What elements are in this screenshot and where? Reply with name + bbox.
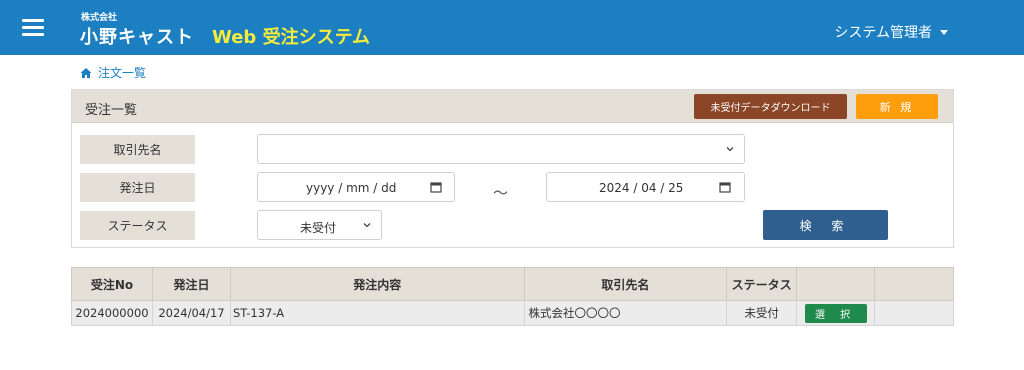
cell-status: 未受付 [726,300,798,326]
system-name[interactable]: Web 受注システム [212,23,370,49]
cell-action: 選 択 [796,300,876,326]
chevron-down-icon [363,223,371,228]
date-to-input[interactable]: 2024 / 04 / 25 [546,172,745,202]
new-order-button[interactable]: 新 規 [856,94,938,119]
user-menu-dropdown[interactable]: システム管理者 [834,22,948,42]
cell-client: 株式会社〇〇〇〇 [523,300,728,326]
date-from-input[interactable]: yyyy / mm / dd [257,172,455,202]
hamburger-menu-icon[interactable] [22,19,44,36]
cell-order-no: 2024000000 [71,300,153,326]
col-order-date: 発注日 [151,267,231,301]
date-range-separator: 〜 [493,184,509,202]
company-name[interactable]: 小野キャスト [80,23,194,49]
order-date-label: 発注日 [80,173,195,202]
company-prefix: 株式会社 [81,13,118,23]
table-header-row: 受注No 発注日 発注内容 取引先名 ステータス [71,267,954,301]
status-select[interactable]: 未受付 [257,210,382,240]
chevron-down-icon [726,147,734,152]
calendar-icon[interactable] [430,181,442,193]
col-extra [874,267,954,301]
col-order-no: 受注No [71,267,153,301]
caret-down-icon [940,29,948,35]
date-from-value: yyyy / mm / dd [306,181,397,195]
calendar-icon[interactable] [719,181,731,193]
col-content: 発注内容 [229,267,525,301]
cell-extra [874,300,954,326]
orders-table: 受注No 発注日 発注内容 取引先名 ステータス 2024000000 2024… [71,267,954,326]
cell-order-date: 2024/04/17 [151,300,231,326]
col-status: ステータス [726,267,798,301]
download-unreceived-button[interactable]: 未受付データダウンロード [694,94,847,119]
status-label: ステータス [80,211,195,240]
panel-header: 受注一覧 未受付データダウンロード 新 規 [72,90,953,123]
client-label: 取引先名 [80,135,195,164]
table-row: 2024000000 2024/04/17 ST-137-A 株式会社〇〇〇〇 … [71,300,954,326]
panel-title: 受注一覧 [85,103,138,118]
client-select[interactable] [257,134,745,164]
select-button[interactable]: 選 択 [804,303,867,323]
breadcrumb-current[interactable]: 注文一覧 [98,64,146,81]
col-action [796,267,876,301]
breadcrumb: 注文一覧 [80,64,146,81]
search-button[interactable]: 検 索 [763,210,888,240]
status-select-value: 未受付 [300,221,337,235]
cell-content: ST-137-A [229,300,525,326]
date-to-value: 2024 / 04 / 25 [599,181,684,195]
top-navbar: 株式会社 小野キャスト Web 受注システム システム管理者 [0,0,1024,55]
user-menu-label: システム管理者 [834,25,932,41]
home-icon[interactable] [80,67,92,79]
order-search-panel: 受注一覧 未受付データダウンロード 新 規 取引先名 発注日 yyyy / mm… [71,89,954,248]
col-client: 取引先名 [523,267,728,301]
